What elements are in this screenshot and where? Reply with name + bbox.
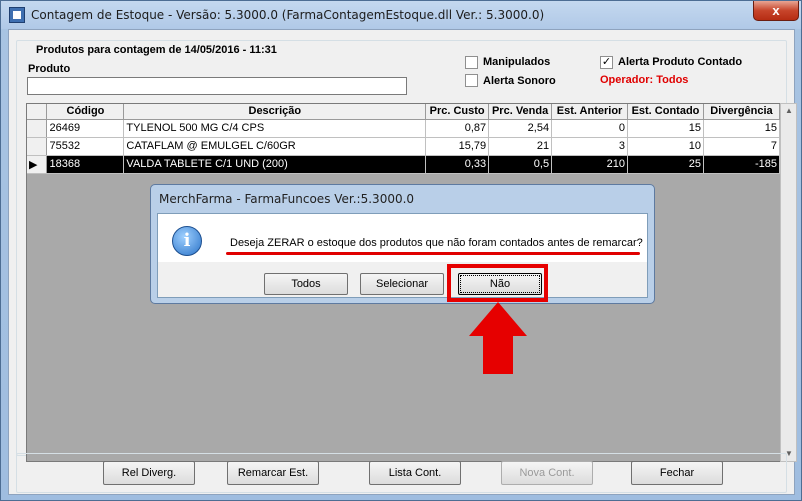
up-arrow-icon (469, 302, 527, 374)
annotation-highlight-box (447, 264, 548, 302)
dialog-title: MerchFarma - FarmaFuncoes Ver.:5.3000.0 (159, 192, 415, 206)
cell-est-anterior: 3 (551, 137, 629, 156)
cell-prc-custo: 0,87 (425, 119, 490, 138)
actions-group: Rel Diverg. Remarcar Est. Lista Cont. No… (16, 453, 787, 493)
vertical-scrollbar[interactable]: ▲ ▼ (780, 103, 797, 462)
cell-est-anterior: 210 (551, 155, 629, 174)
info-icon: i (172, 226, 202, 256)
alerta-contado-label: Alerta Produto Contado (618, 56, 743, 68)
row-pointer-icon: ▶ (27, 155, 48, 174)
cell-divergencia: -185 (703, 155, 780, 174)
lista-cont-button[interactable]: Lista Cont. (369, 461, 461, 485)
cell-descricao: VALDA TABLETE C/1 UND (200) (123, 155, 427, 174)
cell-codigo: 26469 (46, 119, 125, 138)
cell-est-contado: 15 (627, 119, 704, 138)
column-header[interactable]: Prc. Custo (425, 104, 490, 120)
table-row-selected[interactable]: ▶ 18368 VALDA TABLETE C/1 UND (200) 0,33… (27, 155, 780, 174)
alerta-sonoro-checkbox[interactable] (465, 74, 478, 87)
column-header[interactable]: Divergência (703, 104, 780, 120)
operador-label: Operador: Todos (600, 74, 689, 86)
row-indicator (27, 119, 48, 138)
produto-input[interactable] (27, 77, 407, 95)
cell-divergencia: 15 (703, 119, 780, 138)
cell-divergencia: 7 (703, 137, 780, 156)
indicator-header (27, 104, 48, 120)
dialog-body: i Deseja ZERAR o estoque dos produtos qu… (157, 213, 648, 298)
cell-est-contado: 10 (627, 137, 704, 156)
cell-prc-custo: 0,33 (425, 155, 490, 174)
group-title: Produtos para contagem de 14/05/2016 - 1… (33, 44, 280, 56)
cell-est-anterior: 0 (551, 119, 629, 138)
column-header[interactable]: Código (46, 104, 125, 120)
confirm-dialog: MerchFarma - FarmaFuncoes Ver.:5.3000.0 … (150, 184, 655, 304)
cell-est-contado: 25 (627, 155, 704, 174)
alerta-sonoro-label: Alerta Sonoro (483, 75, 556, 87)
column-header[interactable]: Descrição (123, 104, 427, 120)
column-header[interactable]: Prc. Venda (488, 104, 553, 120)
dialog-message-area: i Deseja ZERAR o estoque dos produtos qu… (158, 214, 647, 262)
annotation-underline (226, 252, 640, 255)
produto-label: Produto (28, 63, 71, 75)
cell-descricao: TYLENOL 500 MG C/4 CPS (123, 119, 427, 138)
cell-codigo: 18368 (46, 155, 125, 174)
products-table: Código Descrição Prc. Custo Prc. Venda E… (27, 104, 780, 174)
table-row[interactable]: 75532 CATAFLAM @ EMULGEL C/60GR 15,79 21… (27, 137, 780, 156)
todos-button[interactable]: Todos (264, 273, 348, 295)
cell-prc-venda: 0,5 (488, 155, 553, 174)
cell-prc-venda: 2,54 (488, 119, 553, 138)
cell-codigo: 75532 (46, 137, 125, 156)
title-bar: Contagem de Estoque - Versão: 5.3000.0 (… (1, 1, 801, 29)
cell-prc-venda: 21 (488, 137, 553, 156)
app-icon (9, 7, 25, 23)
selecionar-button[interactable]: Selecionar (360, 273, 444, 295)
remarcar-button[interactable]: Remarcar Est. (227, 461, 319, 485)
column-header[interactable]: Est. Contado (627, 104, 704, 120)
rel-diverg-button[interactable]: Rel Diverg. (103, 461, 195, 485)
window-title: Contagem de Estoque - Versão: 5.3000.0 (… (31, 8, 545, 22)
fechar-button[interactable]: Fechar (631, 461, 723, 485)
close-button[interactable]: x (753, 1, 799, 21)
column-header[interactable]: Est. Anterior (551, 104, 629, 120)
manipulados-checkbox[interactable] (465, 56, 478, 69)
table-row[interactable]: 26469 TYLENOL 500 MG C/4 CPS 0,87 2,54 0… (27, 119, 780, 138)
alerta-contado-checkbox[interactable]: ✓ (600, 56, 613, 69)
row-indicator (27, 137, 48, 156)
nova-cont-button[interactable]: Nova Cont. (501, 461, 593, 485)
dialog-message: Deseja ZERAR o estoque dos produtos que … (230, 237, 643, 249)
scroll-up-icon[interactable]: ▲ (785, 106, 793, 115)
cell-descricao: CATAFLAM @ EMULGEL C/60GR (123, 137, 427, 156)
manipulados-label: Manipulados (483, 56, 551, 68)
cell-prc-custo: 15,79 (425, 137, 490, 156)
